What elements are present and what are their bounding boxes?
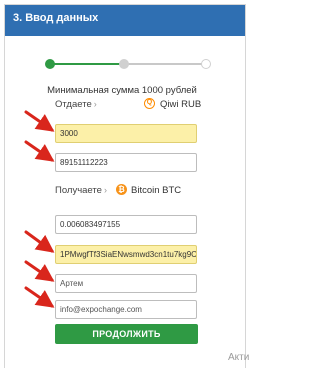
give-currency[interactable]: Qiwi RUB — [160, 99, 201, 110]
section-header: 3. Ввод данных — [5, 5, 245, 36]
amount-get-input[interactable]: 0.006083497155 — [55, 215, 197, 234]
progress-line-completed — [49, 63, 121, 65]
windows-activation-watermark: Акти — [228, 352, 250, 363]
continue-button[interactable]: ПРОДОЛЖИТЬ — [55, 324, 198, 344]
give-label-row: Отдаете › — [55, 99, 97, 110]
email-input[interactable]: info@expochange.com — [55, 300, 197, 319]
bitcoin-icon: ₿ — [116, 184, 127, 195]
give-arrow: › — [93, 99, 97, 109]
get-arrow: › — [103, 185, 107, 195]
minimum-sum-text: Минимальная сумма 1000 рублей — [47, 85, 197, 96]
get-label-row: Получаете › — [55, 185, 107, 196]
progress-line-pending — [121, 63, 209, 65]
qiwi-wallet-input[interactable]: 89151112223 — [55, 153, 197, 172]
get-label: Получаете — [55, 185, 102, 196]
name-input[interactable]: Артем — [55, 274, 197, 293]
step-1-dot — [45, 59, 55, 69]
qiwi-icon: Q — [144, 98, 155, 109]
step-progress-indicator — [45, 59, 211, 69]
btc-address-input[interactable]: 1PMwgfTf3SiaENwsmwd3cn1tu7kg9Cd\ — [55, 245, 197, 264]
get-currency[interactable]: Bitcoin BTC — [131, 185, 181, 196]
amount-give-input[interactable]: 3000 — [55, 124, 197, 143]
step-2-dot — [119, 59, 129, 69]
give-label: Отдаете — [55, 99, 92, 110]
step-3-dot — [201, 59, 211, 69]
